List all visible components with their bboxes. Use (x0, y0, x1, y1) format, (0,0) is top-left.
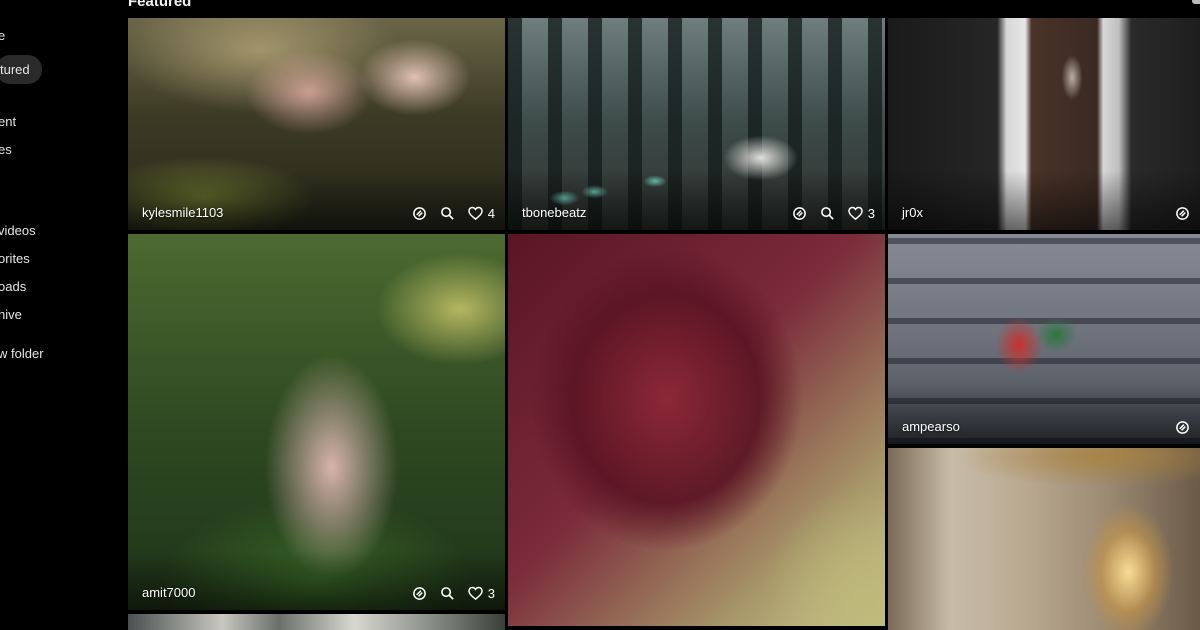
heart-icon (467, 206, 483, 221)
tile-username[interactable]: kylesmile1103 (142, 205, 223, 220)
tile-username[interactable]: ampearso (902, 419, 960, 434)
chandelier-image (888, 448, 1200, 630)
remix-icon[interactable] (412, 586, 427, 601)
remix-icon[interactable] (1175, 206, 1190, 221)
partial-image (128, 614, 505, 630)
like-count: 3 (487, 586, 495, 601)
remix-icon[interactable] (412, 206, 427, 221)
heart-icon (467, 586, 483, 601)
like-button[interactable]: 3 (847, 206, 875, 221)
tile-username[interactable]: jr0x (902, 205, 923, 220)
remix-icon[interactable] (1175, 420, 1190, 435)
search-icon[interactable] (440, 206, 455, 221)
tile-username[interactable]: tbonebeatz (522, 205, 586, 220)
sidebar-item-videos[interactable]: videos (0, 223, 36, 238)
scroll-indicator (1192, 0, 1200, 4)
sidebar-item-archive[interactable]: hive (0, 307, 22, 322)
tile-shade (128, 550, 505, 610)
like-count: 3 (867, 206, 875, 221)
sidebar-item-featured[interactable]: tured (0, 55, 42, 84)
heart-icon (847, 206, 863, 221)
gallery-tile[interactable] (888, 448, 1200, 630)
tile-actions: 3 (412, 586, 495, 601)
tile-actions (1175, 420, 1190, 435)
sidebar: e tured ent es videos orites oads hive w… (0, 0, 120, 630)
like-button[interactable]: 4 (467, 206, 495, 221)
gallery-tile[interactable]: jr0x (888, 18, 1200, 230)
sidebar-item-home[interactable]: e (0, 28, 5, 43)
tile-shade (508, 170, 885, 230)
tile-actions: 3 (792, 206, 875, 221)
page-title: Featured (128, 0, 192, 10)
sidebar-item-favorites[interactable]: orites (0, 251, 30, 266)
sidebar-item-new-folder[interactable]: w folder (0, 346, 44, 361)
sidebar-item-images[interactable]: es (0, 142, 12, 157)
tile-shade (128, 170, 505, 230)
gallery-tile[interactable]: ampearso (888, 234, 1200, 444)
rose-image (508, 234, 885, 626)
tile-actions: 4 (412, 206, 495, 221)
tile-actions (1175, 206, 1190, 221)
tile-username[interactable]: amit7000 (142, 585, 195, 600)
gallery-tile[interactable]: tbonebeatz 3 (508, 18, 885, 230)
search-icon[interactable] (440, 586, 455, 601)
tile-shade (888, 170, 1200, 230)
remix-icon[interactable] (792, 206, 807, 221)
sidebar-item-uploads[interactable]: oads (0, 279, 26, 294)
gallery-tile[interactable] (128, 614, 505, 630)
gallery-tile[interactable]: kylesmile1103 4 (128, 18, 505, 230)
like-button[interactable]: 3 (467, 586, 495, 601)
sidebar-item-recent[interactable]: ent (0, 114, 16, 129)
search-icon[interactable] (820, 206, 835, 221)
tile-shade (888, 384, 1200, 444)
like-count: 4 (487, 206, 495, 221)
gallery-tile[interactable]: amit7000 3 (128, 234, 505, 610)
gallery-tile[interactable] (508, 234, 885, 626)
